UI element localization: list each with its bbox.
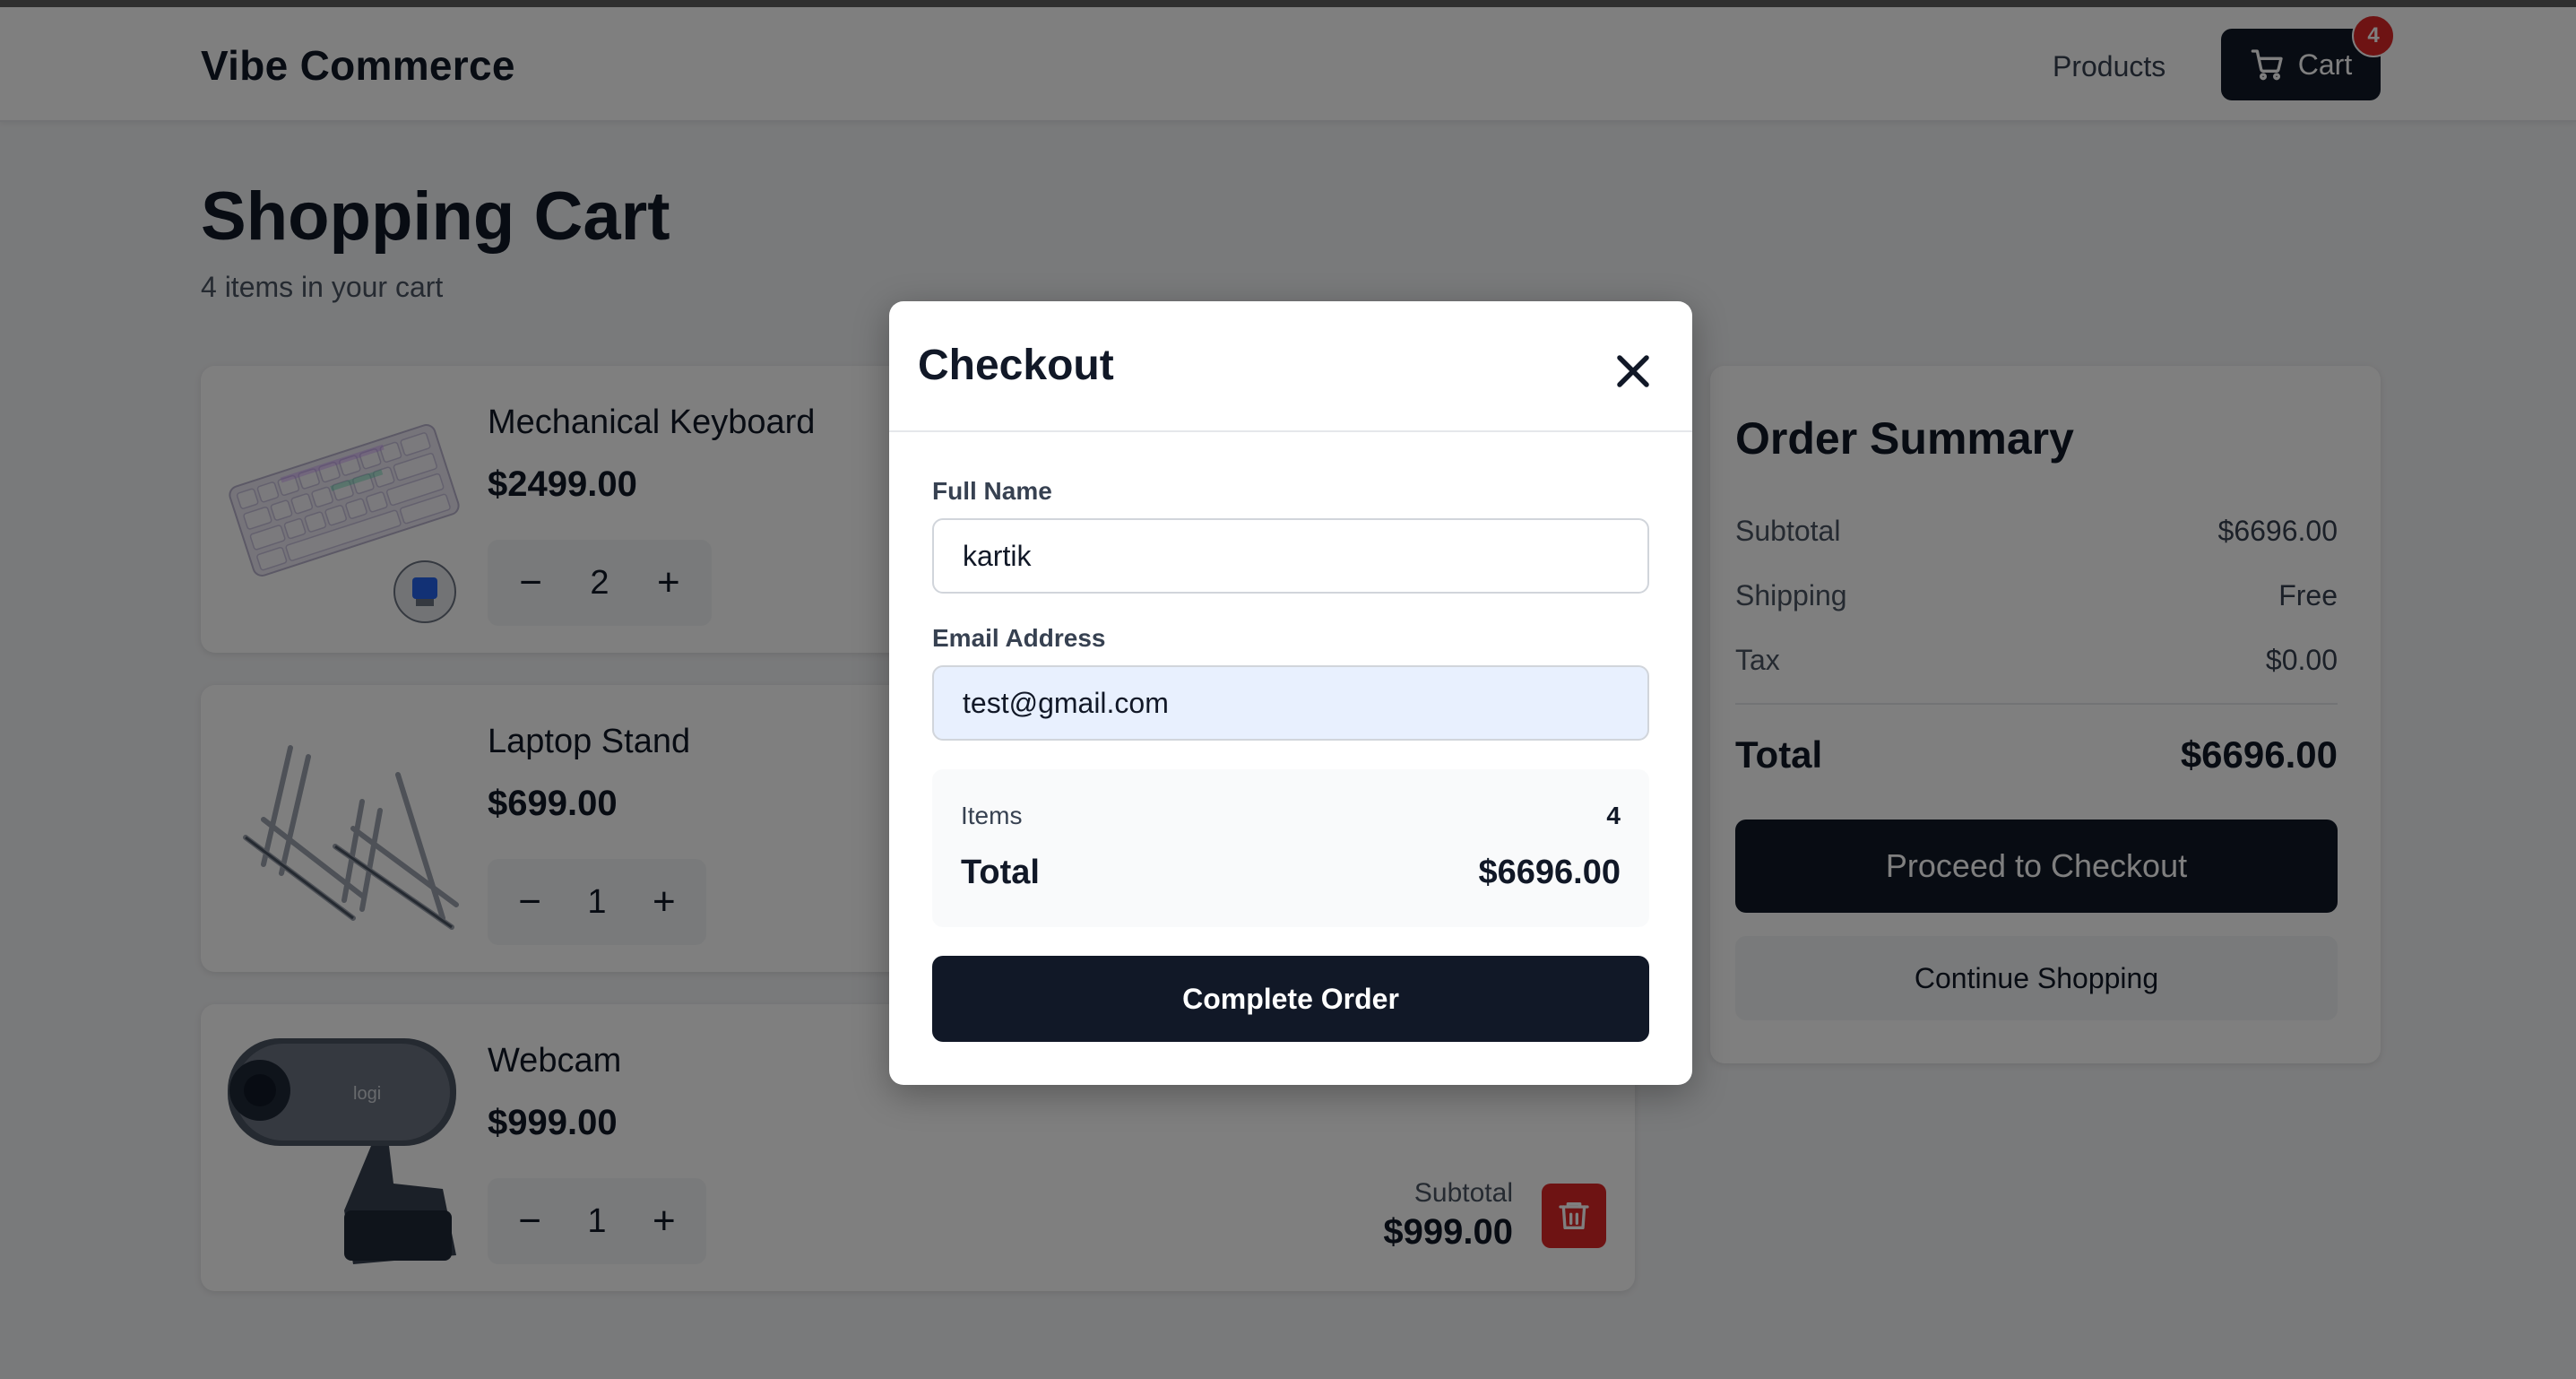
modal-total-row: Total $6696.00 (961, 854, 1621, 892)
modal-total-value: $6696.00 (1478, 854, 1621, 891)
items-count-row: Items 4 (961, 802, 1621, 830)
order-info-box: Items 4 Total $6696.00 (932, 769, 1649, 927)
items-label: Items (961, 802, 1023, 829)
modal-title: Checkout (918, 342, 1114, 389)
modal-divider (889, 430, 1692, 432)
close-icon[interactable] (1606, 344, 1660, 398)
full-name-input[interactable] (932, 518, 1649, 594)
complete-order-button[interactable]: Complete Order (932, 956, 1649, 1042)
email-label: Email Address (932, 624, 1106, 652)
top-edge-bar (0, 0, 2576, 7)
checkout-modal: Checkout Full Name Email Address Items 4… (889, 301, 1692, 1085)
email-input[interactable] (932, 665, 1649, 741)
items-value: 4 (1606, 802, 1621, 829)
modal-total-label: Total (961, 854, 1040, 891)
full-name-label: Full Name (932, 477, 1052, 505)
